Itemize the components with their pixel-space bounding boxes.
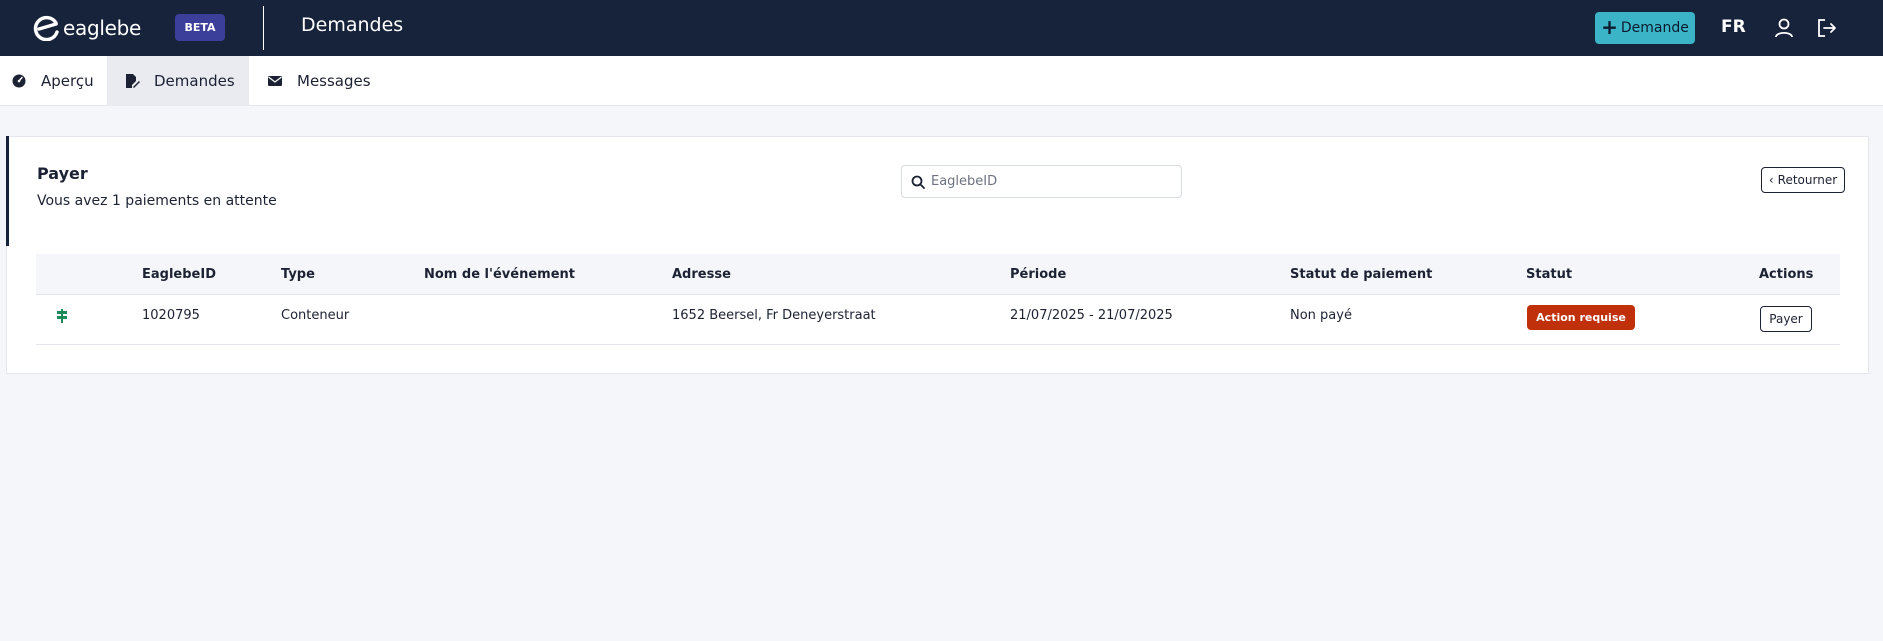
back-button-label: Retourner [1777,173,1838,187]
search-icon [911,175,925,189]
card-accent-bar [6,136,9,246]
column-header-type[interactable]: Type [281,267,315,282]
top-navbar: eaglebe BETA Demandes + Demande FR [0,0,1883,56]
cell-period: 21/07/2025 - 21/07/2025 [1010,308,1173,323]
new-request-button[interactable]: + Demande [1595,12,1695,44]
tab-messages[interactable]: Messages [249,56,379,106]
table-header: EaglebeID Type Nom de l'événement Adress… [36,254,1840,295]
new-request-label: Demande [1620,20,1689,36]
logo-text: eaglebe [63,16,142,40]
column-header-event-name[interactable]: Nom de l'événement [424,267,575,282]
payments-table: EaglebeID Type Nom de l'événement Adress… [36,254,1840,345]
column-header-period[interactable]: Période [1010,267,1066,282]
envelope-icon [268,76,282,86]
pay-button[interactable]: Payer [1760,306,1812,332]
card-subtitle: Vous avez 1 paiements en attente [37,193,277,209]
chevron-left-icon: ‹ [1768,173,1774,187]
cell-address: 1652 Beersel, Fr Deneyerstraat [672,308,876,323]
card-title: Payer [37,164,88,183]
back-button[interactable]: ‹ Retourner [1761,167,1845,193]
page-title: Demandes [301,14,404,36]
signpost-icon [57,309,67,323]
plus-icon: + [1601,15,1618,39]
dashboard-icon [12,74,26,88]
tab-demandes-label: Demandes [154,72,235,90]
payments-card: Payer Vous avez 1 paiements en attente ‹… [6,136,1869,374]
tab-bar: Aperçu Demandes Messages [0,56,1883,106]
beta-badge: BETA [175,14,225,41]
column-header-id[interactable]: EaglebeID [142,267,216,282]
language-selector[interactable]: FR [1721,17,1746,37]
search-input[interactable] [931,174,1171,189]
cell-type: Conteneur [281,308,350,323]
eaglebe-logo-icon [33,15,59,41]
edit-document-icon [126,74,140,88]
search-field[interactable] [901,165,1182,198]
tab-apercu-label: Aperçu [41,72,94,90]
eaglebe-logo[interactable]: eaglebe [32,15,141,41]
tab-messages-label: Messages [297,72,371,90]
column-header-actions: Actions [1759,267,1814,282]
column-header-status[interactable]: Statut [1526,267,1572,282]
logout-icon[interactable] [1816,17,1838,39]
table-row[interactable]: 1020795 Conteneur 1652 Beersel, Fr Deney… [36,295,1840,345]
cell-payment-status: Non payé [1290,308,1352,323]
cell-id: 1020795 [142,308,200,323]
column-header-address[interactable]: Adresse [672,267,731,282]
tab-demandes[interactable]: Demandes [107,56,249,106]
column-header-payment-status[interactable]: Statut de paiement [1290,267,1432,282]
tab-apercu[interactable]: Aperçu [0,56,107,106]
user-icon[interactable] [1773,17,1795,39]
status-badge: Action requise [1527,305,1635,330]
header-divider [263,6,264,50]
